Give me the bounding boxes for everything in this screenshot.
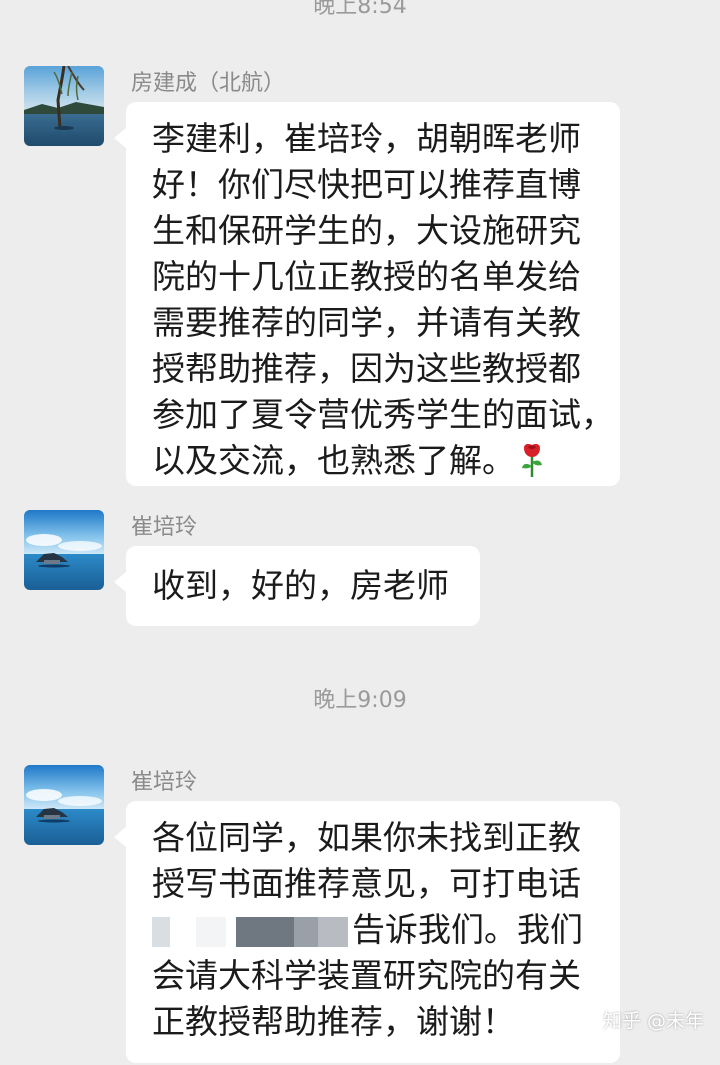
- message-item: 崔培玲 收到，好的，房老师: [24, 510, 704, 630]
- sender-name: 崔培玲: [131, 770, 198, 795]
- message-line-last: 以及交流，也熟悉了解。: [152, 438, 594, 490]
- sender-avatar[interactable]: [24, 765, 104, 845]
- sea-island-avatar-image: [24, 765, 104, 845]
- message-line: 告诉我们。我们: [152, 907, 594, 953]
- message-line: 生和保研学生的，大设施研究: [152, 211, 581, 250]
- message-bubble[interactable]: 李建利，崔培玲，胡朝晖老师 好！你们尽快把可以推荐直博 生和保研学生的，大设施研…: [114, 102, 620, 486]
- lake-tree-avatar-image: [24, 66, 104, 146]
- message-item: 房建成（北航） 李建利，崔培玲，胡朝晖老师 好！你们尽快把可以推荐直博 生和保研…: [24, 66, 704, 486]
- timestamp-top: 晚上8:54: [313, 0, 407, 19]
- message-bubble[interactable]: 各位同学，如果你未找到正教 授写书面推荐意见，可打电话 告诉我们。我们 会请大科…: [114, 801, 620, 1063]
- message-line: 收到，好的，房老师: [152, 566, 449, 605]
- message-line-text: 告诉我们。我们: [352, 910, 583, 949]
- redacted-phone-number: [152, 916, 350, 947]
- sender-name: 崔培玲: [131, 515, 198, 540]
- sea-island-avatar-image: [24, 510, 104, 590]
- message-line: 正教授帮助推荐，谢谢！: [152, 1002, 515, 1041]
- sender-avatar[interactable]: [24, 66, 104, 146]
- message-line: 参加了夏令营优秀学生的面试，: [152, 395, 614, 434]
- message-line-text: 以及交流，也熟悉了解。: [152, 441, 515, 480]
- sender-avatar[interactable]: [24, 510, 104, 590]
- message-line: 需要推荐的同学，并请有关教: [152, 303, 581, 342]
- message-line: 会请大科学装置研究院的有关: [152, 956, 581, 995]
- message-line: 各位同学，如果你未找到正教: [152, 818, 581, 857]
- message-line: 李建利，崔培玲，胡朝晖老师: [152, 119, 581, 158]
- message-line: 授帮助推荐，因为这些教授都: [152, 349, 581, 388]
- message-line: 院的十几位正教授的名单发给: [152, 257, 581, 296]
- timestamp-middle: 晚上9:09: [313, 688, 407, 713]
- sender-name: 房建成（北航）: [131, 71, 286, 96]
- message-bubble[interactable]: 收到，好的，房老师: [114, 546, 480, 626]
- rose-emoji-icon: [519, 442, 545, 490]
- message-line: 好！你们尽快把可以推荐直博: [152, 165, 581, 204]
- message-line: 授写书面推荐意见，可打电话: [152, 864, 581, 903]
- zhihu-watermark: 知乎 @未年: [602, 1010, 704, 1032]
